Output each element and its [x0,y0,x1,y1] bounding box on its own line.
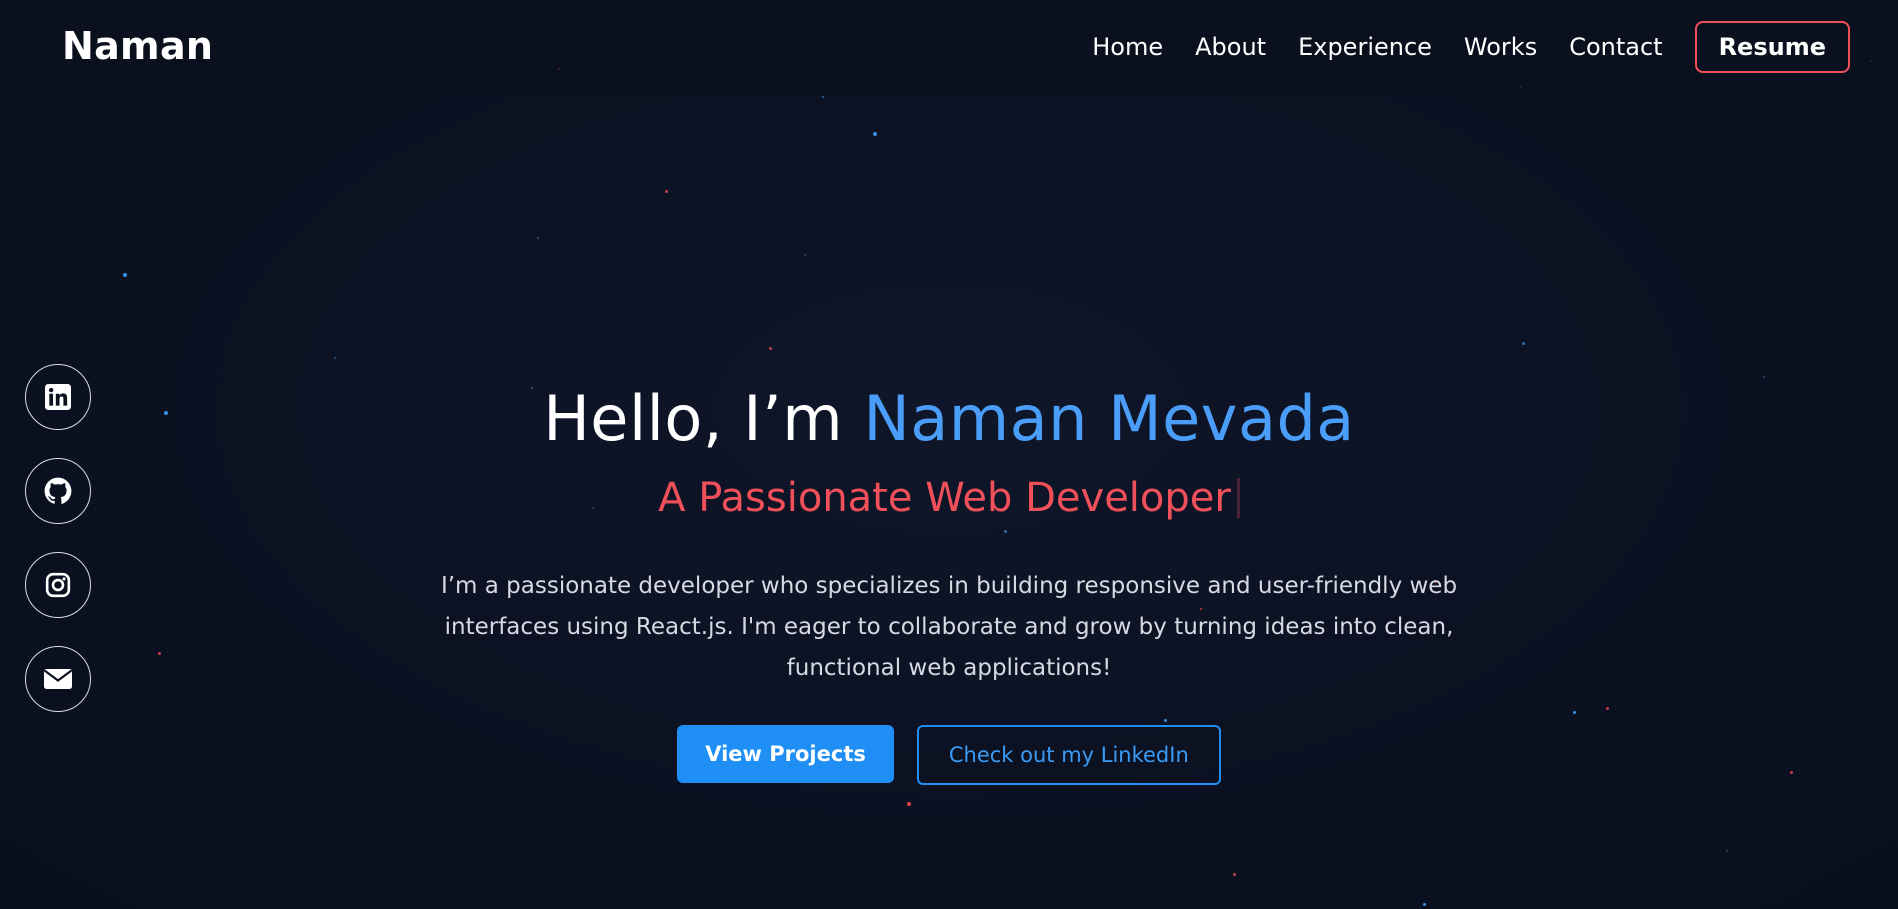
particle-dot [1423,903,1426,906]
hero-subtitle: A Passionate Web Developer [0,472,1898,524]
hero-title: Hello, I’m Naman Mevada [0,376,1898,462]
hero-name: Naman Mevada [863,382,1355,455]
nav-home[interactable]: Home [1092,33,1163,61]
hero-section: Hello, I’m Naman Mevada A Passionate Web… [0,376,1898,785]
hero-greeting: Hello, I’m [543,382,864,455]
particle-dot [1522,342,1525,345]
site-logo[interactable]: Naman [62,24,213,68]
particle-dot [804,254,806,256]
particle-dot [334,357,336,359]
hero-description: I’m a passionate developer who specializ… [440,573,1458,681]
particle-dot [665,190,668,193]
hero-subtitle-text: A Passionate Web Developer [658,475,1231,521]
particle-dot [907,802,911,806]
nav-works[interactable]: Works [1464,33,1537,61]
particle-dot [123,273,127,277]
hero-actions: View Projects Check out my LinkedIn [0,725,1898,785]
main-nav: Home About Experience Works Contact Resu… [1092,20,1850,74]
nav-contact[interactable]: Contact [1569,33,1662,61]
site-header: Naman Home About Experience Works Contac… [0,0,1898,96]
particle-dot [822,96,824,98]
particle-dot [537,237,539,239]
nav-about[interactable]: About [1195,33,1266,61]
particle-dot [1726,850,1728,852]
resume-button[interactable]: Resume [1694,21,1850,73]
nav-experience[interactable]: Experience [1298,33,1432,61]
portfolio-page: Naman Home About Experience Works Contac… [0,0,1898,909]
particle-dot [769,347,772,350]
view-projects-button[interactable]: View Projects [677,725,894,783]
typing-cursor [1236,478,1240,518]
particle-dot [873,132,877,136]
particle-dot [1233,873,1236,876]
linkedin-cta-button[interactable]: Check out my LinkedIn [916,725,1221,785]
